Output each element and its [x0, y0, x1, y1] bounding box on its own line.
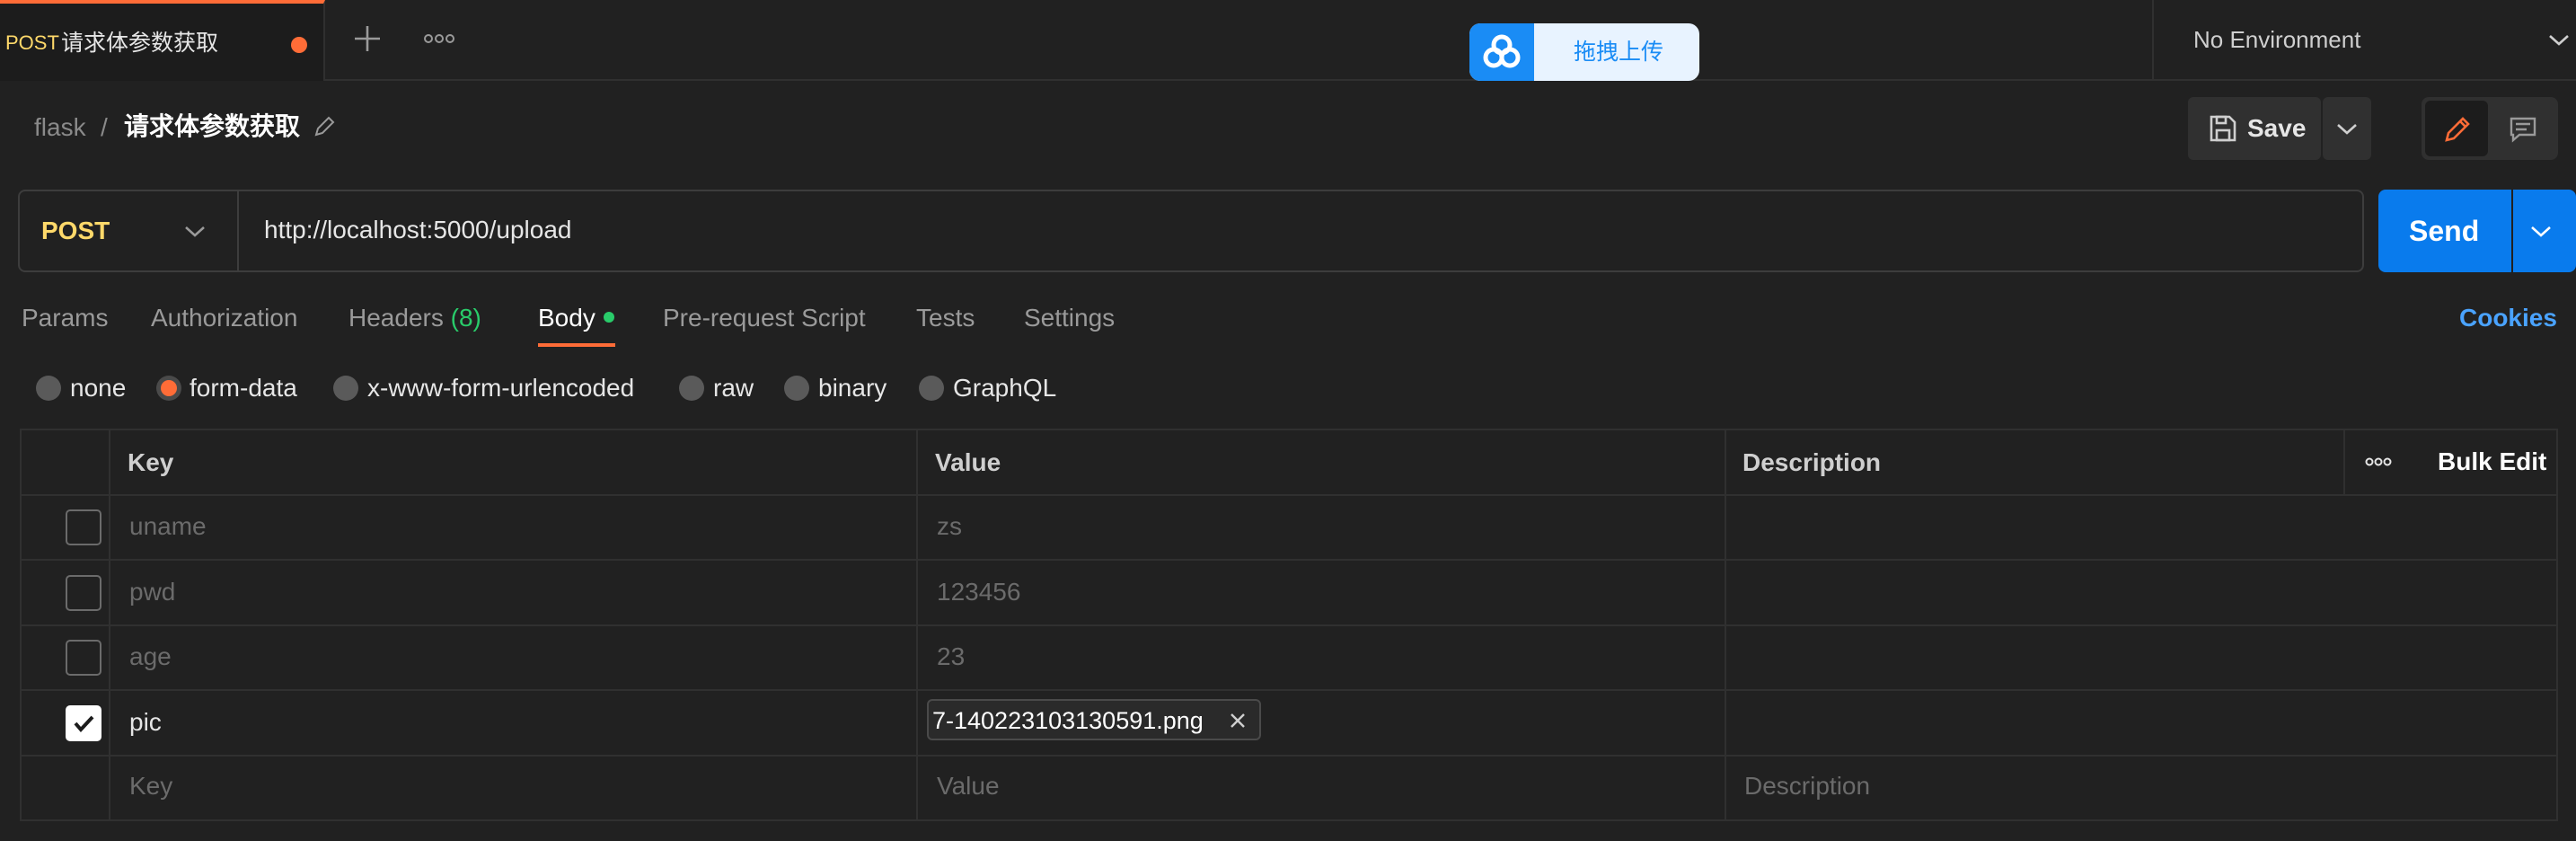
environment-selector[interactable]: No Environment: [2152, 0, 2576, 81]
remove-file-close-icon[interactable]: [1229, 712, 1247, 730]
chevron-down-icon: [2529, 222, 2553, 240]
file-chip-name: 7-140223103130591.png: [932, 707, 1204, 734]
row-key[interactable]: pic: [129, 707, 162, 738]
editor-mode-button[interactable]: [2425, 101, 2488, 156]
tab-pre-request-script[interactable]: Pre-request Script: [663, 302, 866, 334]
url-bar: POST http://localhost:5000/upload: [18, 190, 2364, 272]
save-button[interactable]: Save: [2188, 97, 2321, 160]
radio-graphql-label: GraphQL: [953, 374, 1057, 402]
column-divider: [916, 429, 918, 821]
radio-binary-label: binary: [818, 374, 887, 402]
breadcrumb-separator: /: [101, 113, 108, 141]
view-toggle: [2422, 97, 2558, 160]
breadcrumb-collection[interactable]: flask: [34, 111, 86, 144]
row-divider: [20, 689, 2558, 691]
active-tab-underline: [538, 343, 615, 347]
url-input[interactable]: http://localhost:5000/upload: [264, 214, 2348, 246]
send-label: Send: [2409, 215, 2480, 247]
radio-form-data[interactable]: [156, 376, 181, 401]
new-tab-plus-icon[interactable]: [352, 23, 383, 54]
row-key[interactable]: age: [129, 642, 172, 672]
save-disk-icon: [2208, 113, 2238, 144]
tab-body[interactable]: Body: [538, 302, 595, 334]
radio-urlencoded-label: x-www-form-urlencoded: [367, 374, 635, 402]
row-enabled-checkbox[interactable]: [66, 705, 101, 741]
headers-count-badge: (8): [450, 304, 481, 332]
row-enabled-checkbox[interactable]: [66, 575, 101, 611]
tab-body-label: Body: [538, 304, 595, 332]
chevron-down-icon: [2335, 120, 2359, 137]
row-value[interactable]: zs: [937, 511, 962, 542]
radio-raw-label: raw: [713, 374, 754, 402]
row-divider: [20, 494, 2558, 496]
upload-widget-label: 拖拽上传: [1574, 40, 1664, 65]
checkmark-icon: [74, 715, 94, 733]
row-key[interactable]: pwd: [129, 577, 175, 607]
tab-settings[interactable]: Settings: [1024, 302, 1115, 334]
column-divider: [2343, 429, 2345, 494]
radio-graphql[interactable]: [919, 376, 944, 401]
radio-binary[interactable]: [784, 376, 809, 401]
radio-selected-dot: [161, 380, 177, 396]
save-options-button[interactable]: [2323, 97, 2371, 160]
column-divider: [1725, 429, 1726, 821]
row-enabled-checkbox[interactable]: [66, 509, 101, 545]
radio-none-label: none: [70, 374, 127, 402]
column-divider: [109, 429, 110, 821]
row-value[interactable]: 23: [937, 642, 965, 672]
chevron-down-icon: [2547, 31, 2571, 49]
send-button[interactable]: Send: [2378, 190, 2511, 272]
tab-method: POST: [5, 31, 59, 54]
column-header-key: Key: [128, 448, 174, 476]
new-value-placeholder[interactable]: Value: [937, 771, 1000, 801]
row-value[interactable]: 123456: [937, 577, 1020, 607]
comments-button[interactable]: [2492, 101, 2554, 156]
column-header-description: Description: [1742, 448, 1882, 476]
row-divider: [20, 755, 2558, 757]
tab-tests[interactable]: Tests: [916, 302, 975, 334]
breadcrumb-request-name: 请求体参数获取: [124, 112, 301, 140]
method-selector[interactable]: POST: [20, 191, 239, 270]
pencil-icon: [2443, 115, 2472, 144]
radio-form-data-label: form-data: [190, 374, 297, 402]
send-options-button[interactable]: [2513, 190, 2576, 272]
new-description-placeholder[interactable]: Description: [1744, 771, 1870, 801]
comment-icon: [2509, 115, 2537, 144]
method-label: POST: [41, 217, 110, 244]
table-options-icon[interactable]: [2365, 456, 2392, 467]
tab-title: 请求体参数获取: [61, 31, 219, 56]
save-label: Save: [2247, 114, 2307, 142]
cookies-link[interactable]: Cookies: [2459, 302, 2557, 334]
radio-urlencoded[interactable]: [333, 376, 358, 401]
row-divider: [20, 624, 2558, 626]
environment-label: No Environment: [2193, 26, 2361, 53]
cloud-logo-icon: [1469, 23, 1534, 81]
body-active-dot-icon: [604, 312, 614, 323]
tab-params[interactable]: Params: [22, 302, 108, 334]
chevron-down-icon: [183, 222, 207, 240]
radio-raw[interactable]: [679, 376, 704, 401]
bulk-edit-button[interactable]: Bulk Edit: [2438, 447, 2546, 477]
row-divider: [20, 559, 2558, 561]
edit-name-pencil-icon[interactable]: [313, 115, 336, 138]
tab-headers-label: Headers: [348, 304, 444, 332]
column-header-value: Value: [935, 448, 1001, 476]
radio-none[interactable]: [36, 376, 61, 401]
file-chip[interactable]: 7-140223103130591.png: [927, 699, 1261, 740]
unsaved-dot-icon: [291, 37, 307, 53]
upload-widget[interactable]: 拖拽上传: [1469, 23, 1699, 81]
row-enabled-checkbox[interactable]: [66, 640, 101, 676]
row-key[interactable]: uname: [129, 511, 207, 542]
more-tabs-icon[interactable]: [424, 32, 454, 45]
new-key-placeholder[interactable]: Key: [129, 771, 172, 801]
tab-headers[interactable]: Headers (8): [348, 302, 481, 334]
tab-authorization[interactable]: Authorization: [151, 302, 297, 334]
request-tab[interactable]: POST 请求体参数获取: [0, 0, 325, 81]
